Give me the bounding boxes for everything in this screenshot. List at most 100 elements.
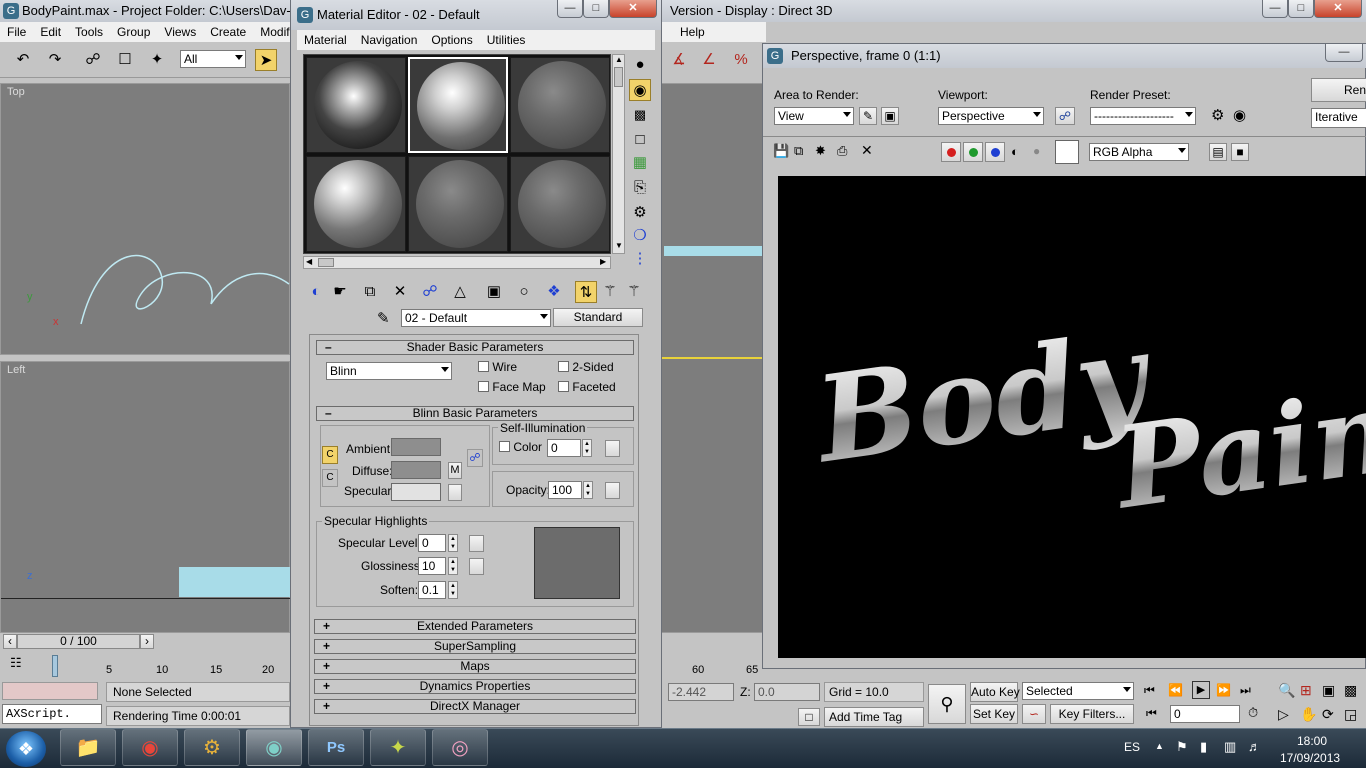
glossiness-map-button[interactable] — [469, 558, 484, 575]
current-frame-field[interactable]: 0 — [1170, 705, 1240, 723]
main-minimize-button[interactable]: — — [1262, 0, 1288, 18]
volume-icon[interactable]: ♬ — [1248, 739, 1261, 754]
taskbar-language[interactable]: ES — [1124, 740, 1140, 754]
assign-material-icon[interactable]: ⧉ — [359, 281, 381, 303]
pick-material-icon[interactable]: ⚚ — [623, 281, 645, 303]
power-icon[interactable]: ▮ — [1200, 739, 1207, 755]
action-center-flag-icon[interactable]: ⚑ — [1176, 739, 1188, 755]
vscroll-thumb[interactable] — [614, 67, 623, 87]
maxscript-mini-listener[interactable] — [2, 682, 98, 700]
unlink-icon[interactable]: ☐ — [114, 49, 136, 71]
select-object-icon[interactable]: ➤ — [255, 49, 277, 71]
network-signal-icon[interactable]: ▥ — [1224, 739, 1236, 755]
show-hidden-icons-icon[interactable]: ▲ — [1155, 741, 1164, 751]
sample-slot-3[interactable] — [510, 57, 610, 153]
zoom-extents-icon[interactable]: ▣ — [1322, 682, 1335, 699]
maps-rollout-header[interactable]: + Maps — [314, 659, 636, 674]
uv-tiling-icon[interactable]: □ — [629, 129, 651, 151]
sample-slot-4[interactable] — [306, 156, 406, 252]
viewport-left-label[interactable]: Left — [7, 364, 25, 376]
sample-slot-6[interactable] — [510, 156, 610, 252]
key-selection-dropdown[interactable]: Selected — [1022, 682, 1134, 700]
dynamics-rollout-header[interactable]: + Dynamics Properties — [314, 679, 636, 694]
angle-snap-icon[interactable]: ∠ — [698, 49, 720, 71]
blinn-rollout-header[interactable]: – Blinn Basic Parameters — [316, 406, 634, 421]
me-close-button[interactable]: ✕ — [609, 0, 657, 18]
supersampling-rollout-header[interactable]: + SuperSampling — [314, 639, 636, 654]
render-button[interactable]: Ren — [1311, 78, 1366, 102]
material-name-dropdown[interactable]: 02 - Default — [401, 309, 551, 327]
me-menu-navigation[interactable]: Navigation — [354, 33, 425, 47]
directx-rollout-header[interactable]: + DirectX Manager — [314, 699, 636, 714]
previous-frame-icon[interactable]: ⏪ — [1168, 683, 1183, 697]
go-to-start-icon[interactable]: ⏮ — [1144, 683, 1155, 698]
sample-slot-2[interactable] — [408, 57, 508, 153]
opacity-spinner[interactable]: ▲ ▼ — [583, 481, 593, 499]
me-menu-utilities[interactable]: Utilities — [480, 33, 533, 47]
sample-slot-5[interactable] — [408, 156, 508, 252]
specular-map-button[interactable] — [448, 484, 462, 501]
auto-key-button[interactable]: Auto Key — [970, 682, 1020, 702]
shader-rollout-header[interactable]: – Shader Basic Parameters — [316, 340, 634, 355]
self-illum-map-button[interactable] — [605, 440, 620, 457]
video-color-check-icon[interactable]: ▦ — [629, 152, 651, 174]
blue-channel-toggle[interactable] — [985, 142, 1005, 162]
coord-z-field[interactable]: 0.0 — [754, 683, 820, 701]
viewport-top-label[interactable]: Top — [7, 86, 25, 98]
select-by-material-icon[interactable]: ❍ — [629, 225, 651, 247]
make-unique-icon[interactable]: ☍ — [419, 281, 441, 303]
shader-type-dropdown[interactable]: Blinn — [326, 362, 452, 380]
go-forward-sibling-icon[interactable]: ⚚ — [599, 281, 621, 303]
two-sided-checkbox[interactable]: 2-Sided — [558, 360, 614, 374]
material-navigator-icon[interactable]: ⋮ — [629, 248, 651, 270]
bind-spacewarp-icon[interactable]: ✦ — [146, 49, 168, 71]
me-maximize-button[interactable]: □ — [583, 0, 609, 18]
copy-image-icon[interactable]: ⧉ — [794, 143, 803, 159]
red-channel-toggle[interactable] — [941, 142, 961, 162]
snap-toggle-icon[interactable]: ∡ — [668, 49, 690, 71]
set-key-button[interactable]: Set Key — [970, 704, 1018, 724]
put-to-scene-icon[interactable]: ☛ — [329, 281, 351, 303]
go-to-end-icon[interactable]: ⏭ — [1240, 683, 1251, 698]
backlight-icon[interactable]: ◉ — [629, 79, 651, 101]
clone-window-icon[interactable]: ✸ — [815, 143, 826, 159]
color-swatch[interactable] — [1055, 140, 1079, 164]
pan-icon[interactable]: ✋ — [1300, 706, 1317, 723]
eyedropper-icon[interactable]: ✎ — [377, 309, 390, 327]
scroll-right-icon[interactable]: ▶ — [600, 257, 606, 266]
face-map-check-box[interactable] — [478, 381, 489, 392]
faceted-check-box[interactable] — [558, 381, 569, 392]
ambient-color-swatch[interactable] — [391, 438, 441, 456]
sample-slots-vscroll[interactable]: ▲ ▼ — [612, 54, 625, 254]
opacity-value-field[interactable]: 100 — [548, 481, 582, 499]
toggle-ui-overlay-icon[interactable]: ▤ — [1209, 143, 1227, 161]
maxscript-input[interactable]: AXScript. — [2, 704, 102, 724]
menu-edit[interactable]: Edit — [33, 25, 68, 39]
taskbar-app-6[interactable]: ✦ — [370, 729, 426, 766]
self-illum-check-box[interactable] — [499, 441, 510, 452]
scroll-left-icon[interactable]: ◀ — [306, 257, 312, 266]
ambient-lock-icon[interactable]: C — [322, 446, 338, 464]
key-tangent-icon[interactable]: ∽ — [1022, 704, 1046, 724]
me-menu-options[interactable]: Options — [424, 33, 479, 47]
self-illum-spinner[interactable]: ▲ ▼ — [582, 439, 592, 457]
display-channel-dropdown[interactable]: RGB Alpha — [1089, 143, 1189, 161]
material-options-icon[interactable]: ⚙ — [629, 202, 651, 224]
sample-slot-1[interactable] — [306, 57, 406, 153]
specular-level-spinner[interactable]: ▲ ▼ — [448, 534, 458, 552]
play-icon[interactable]: ▶ — [1192, 681, 1210, 699]
taskbar-explorer[interactable]: 📁 — [60, 729, 116, 766]
area-to-render-dropdown[interactable]: View — [774, 107, 854, 125]
self-illum-value-field[interactable]: 0 — [547, 439, 581, 457]
opacity-map-button[interactable] — [605, 482, 620, 499]
make-preview-icon[interactable]: ⎘ — [629, 177, 651, 199]
glossiness-field[interactable]: 10 — [418, 557, 446, 575]
zoom-extents-all-icon[interactable]: ▩ — [1344, 682, 1357, 699]
menu-views[interactable]: Views — [157, 25, 203, 39]
main-close-button[interactable]: ✕ — [1314, 0, 1362, 18]
redo-icon[interactable]: ↷ — [44, 49, 66, 71]
field-of-view-icon[interactable]: ▷ — [1278, 706, 1289, 723]
render-minimize-button[interactable]: — — [1325, 44, 1363, 62]
material-effects-channel-icon[interactable]: ▣ — [483, 281, 505, 303]
render-preset-dropdown[interactable]: -------------------- — [1090, 107, 1196, 125]
